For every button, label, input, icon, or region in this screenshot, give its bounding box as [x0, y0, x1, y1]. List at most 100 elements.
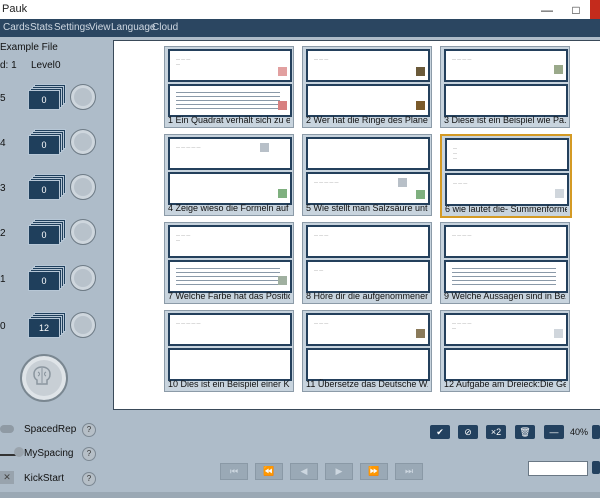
card-caption: 2 Wer hat die Ringe des Planet... [306, 115, 428, 125]
card-caption: 8 Höre dir die aufgenommenen... [306, 291, 428, 301]
zoom-out-button[interactable]: — [544, 425, 564, 439]
myspacing-knob[interactable] [14, 447, 24, 457]
check-button[interactable]: ✔ [430, 425, 450, 439]
spacedrep-switch[interactable] [0, 425, 14, 433]
status-field[interactable] [528, 461, 588, 476]
box-review-button[interactable] [70, 219, 96, 245]
box-row-1: 1 0 [0, 263, 110, 303]
minimize-button[interactable]: — [533, 0, 561, 19]
box-count: 0 [28, 271, 60, 291]
menu-cloud[interactable]: Cloud [152, 22, 178, 33]
zoom-level: 40% [570, 427, 589, 437]
card-item[interactable]: — — — — — 4 Zeige wieso die Formeln auf … [164, 134, 294, 216]
menu-cards[interactable]: Cards [3, 22, 30, 33]
maximize-button[interactable]: □ [562, 0, 590, 19]
box-review-button[interactable] [70, 174, 96, 200]
toggle-kickstart: ✕ KickStart ? [0, 470, 110, 488]
card-stack[interactable]: 0 [28, 174, 66, 200]
card-stack[interactable]: 0 [28, 129, 66, 155]
card-item[interactable]: — — — 2 Wer hat die Ringe des Planet... [302, 46, 432, 128]
box-row-3: 3 0 [0, 172, 110, 212]
rewind-icon: ⏪ [263, 466, 275, 476]
box-count: 0 [28, 135, 60, 155]
card-item[interactable]: — — — — — 12 Aufgabe am Dreieck:Die Ge... [440, 310, 570, 392]
spacedrep-help-icon[interactable]: ? [82, 423, 96, 437]
brain-icon [33, 366, 51, 385]
duplicate-button[interactable]: ×2 [486, 425, 506, 439]
card-caption: 1 Ein Quadrat verhält sich zu ei... [168, 115, 290, 125]
menu-stats[interactable]: Stats [30, 22, 53, 33]
card-caption: 7 Welche Farbe hat das Positio... [168, 291, 290, 301]
card-item[interactable]: — — — — — 8 Höre dir die aufgenommenen..… [302, 222, 432, 304]
card-item[interactable]: — — — — 1 Ein Quadrat verhält sich zu ei.… [164, 46, 294, 128]
trash-icon: 🗑 [519, 426, 531, 437]
previous-button[interactable]: ◀ [290, 463, 318, 480]
card-item[interactable]: — — — — — 10 Dies ist ein Beispiel einer… [164, 310, 294, 392]
box-row-4: 4 0 [0, 127, 110, 167]
card-stack[interactable]: 0 [28, 265, 66, 291]
toggle-myspacing: MySpacing ? [0, 445, 110, 463]
status-action-button[interactable] [592, 461, 600, 474]
last-page-button[interactable]: ⏭ [395, 463, 423, 480]
title-bar: Pauk — □ ✕ [0, 0, 600, 19]
window-title: Pauk [2, 3, 28, 15]
fast-forward-icon: ⏩ [368, 466, 380, 476]
box-count: 0 [28, 180, 60, 200]
card-stack[interactable]: 0 [28, 84, 66, 110]
card-caption: 4 Zeige wieso die Formeln auf ... [168, 203, 290, 213]
box-number: 5 [0, 93, 6, 104]
kickstart-label: KickStart [24, 473, 65, 484]
next-button[interactable]: ▶ [325, 463, 353, 480]
next-icon: ▶ [335, 466, 343, 476]
box-review-button[interactable] [70, 84, 96, 110]
menu-language[interactable]: Language [111, 22, 156, 33]
brain-learn-button[interactable] [20, 354, 68, 402]
box-number: 4 [0, 138, 6, 149]
box-number: 1 [0, 274, 6, 285]
block-icon: ⊘ [464, 426, 472, 437]
fast-forward-button[interactable]: ⏩ [360, 463, 388, 480]
skip-last-icon: ⏭ [404, 466, 414, 476]
card-item[interactable]: — — — 11 Übersetze das Deutsche W... [302, 310, 432, 392]
myspacing-help-icon[interactable]: ? [82, 447, 96, 461]
card-caption: 6 wie lautet die- Summenforme... [445, 204, 567, 214]
check-icon: ✔ [436, 426, 444, 437]
horizontal-scrollbar[interactable] [0, 492, 600, 498]
first-page-button[interactable]: ⏮ [220, 463, 248, 480]
level-value: 0 [55, 60, 61, 71]
rewind-button[interactable]: ⏪ [255, 463, 283, 480]
box-row-0: 0 12 [0, 310, 110, 350]
card-item[interactable]: — — — — 9 Welche Aussagen sind in Bez... [440, 222, 570, 304]
zoom-in-button[interactable] [592, 425, 600, 439]
kickstart-checkbox-icon[interactable]: ✕ [0, 471, 14, 484]
file-name: Example File [0, 42, 58, 53]
card-stack[interactable]: 12 [28, 312, 66, 338]
box-review-button[interactable] [70, 129, 96, 155]
card-stack[interactable]: 0 [28, 219, 66, 245]
card-item-selected[interactable]: — — — — — — 6 wie lautet die- Summenforme.… [440, 134, 572, 218]
close-button[interactable]: ✕ [590, 0, 600, 19]
block-button[interactable]: ⊘ [458, 425, 478, 439]
myspacing-label: MySpacing [24, 448, 74, 459]
card-item[interactable]: — — — — — 5 Wie stellt man Salzsäure unt… [302, 134, 432, 216]
delete-button[interactable]: 🗑 [515, 425, 535, 439]
card-item[interactable]: — — — — 3 Diese ist ein Beispiel wie Pa.… [440, 46, 570, 128]
card-caption: 9 Welche Aussagen sind in Bez... [444, 291, 566, 301]
box-review-button[interactable] [70, 312, 96, 338]
menu-settings[interactable]: Settings [54, 22, 90, 33]
box-count: 12 [28, 318, 60, 338]
card-item[interactable]: — — — — 7 Welche Farbe hat das Positio... [164, 222, 294, 304]
kickstart-help-icon[interactable]: ? [82, 472, 96, 486]
minus-icon: — [549, 427, 559, 437]
box-number: 2 [0, 228, 6, 239]
box-count: 0 [28, 90, 60, 110]
box-count: 0 [28, 225, 60, 245]
box-review-button[interactable] [70, 265, 96, 291]
card-caption: 3 Diese ist ein Beispiel wie Pa... [444, 115, 566, 125]
card-caption: 11 Übersetze das Deutsche W... [306, 379, 428, 389]
box-row-2: 2 0 [0, 217, 110, 257]
menu-view[interactable]: View [89, 22, 111, 33]
d-label: d: 1 [0, 60, 17, 71]
box-row-5: 5 0 [0, 82, 110, 122]
previous-icon: ◀ [300, 466, 308, 476]
